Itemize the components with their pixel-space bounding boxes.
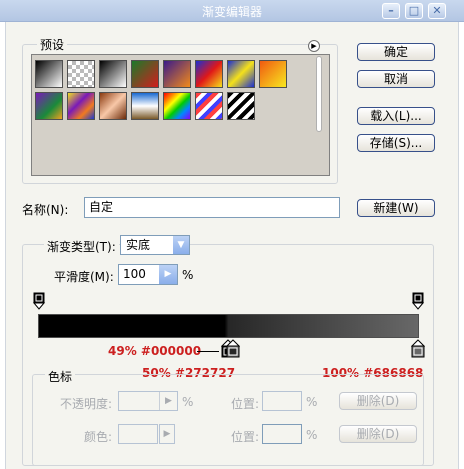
preset-swatch-violet-orange[interactable]	[163, 60, 191, 88]
preset-swatch-spectrum[interactable]	[163, 92, 191, 120]
gradient-type-select[interactable]: 实底 ▼	[120, 235, 190, 255]
opacity-stop-right[interactable]	[412, 292, 424, 310]
opacity-unit: %	[182, 395, 194, 409]
gradient-type-value: 实底	[126, 238, 151, 252]
color-arrow-icon[interactable]: ▶	[159, 424, 175, 444]
name-label: 名称(N):	[22, 203, 69, 217]
save-button[interactable]: 存储(S)...	[357, 134, 435, 152]
smoothness-label: 平滑度(M):	[54, 270, 114, 284]
preset-swatch-copper[interactable]	[99, 92, 127, 120]
preset-swatch-transparent-checker[interactable]	[67, 60, 95, 88]
opacity-position-label: 位置:	[231, 397, 260, 411]
smoothness-value: 100	[123, 267, 146, 281]
color-position-label: 位置:	[231, 430, 260, 444]
preset-swatch-violet-green-orange[interactable]	[35, 92, 63, 120]
preset-swatch-blue-yellow-blue[interactable]	[227, 60, 255, 88]
color-swatch-field[interactable]	[118, 424, 158, 444]
color-label: 颜色:	[84, 430, 113, 444]
preset-swatch-black-white-2[interactable]	[99, 60, 127, 88]
color-stop-right[interactable]	[411, 339, 425, 358]
opacity-stop-left[interactable]	[33, 292, 45, 310]
smoothness-unit: %	[182, 268, 194, 282]
opacity-label: 不透明度:	[60, 397, 113, 411]
color-position-input[interactable]	[262, 424, 302, 444]
presets-title: 预设	[37, 36, 68, 53]
preset-swatch-transparent-stripes[interactable]	[227, 92, 255, 120]
preset-swatch-black-white[interactable]	[35, 60, 63, 88]
close-button[interactable]: ✕	[428, 3, 446, 19]
new-button[interactable]: 新建(W)	[357, 199, 435, 217]
name-input[interactable]: 自定	[84, 197, 340, 218]
minimize-button[interactable]: –	[382, 3, 400, 19]
opacity-position-input[interactable]	[262, 391, 302, 411]
slider-arrow-icon[interactable]: ▶	[159, 265, 177, 284]
cancel-button[interactable]: 取消	[357, 70, 435, 88]
delete-color-stop-button[interactable]: 删除(D)	[339, 425, 417, 443]
chevron-down-icon[interactable]: ▼	[173, 236, 189, 254]
title-bar[interactable]: 渐变编辑器 – □ ✕	[0, 0, 464, 22]
preset-swatch-blue-red-yellow[interactable]	[195, 60, 223, 88]
opacity-position-unit: %	[306, 395, 318, 409]
gradient-type-label: 渐变类型(T):	[44, 238, 119, 255]
maximize-button[interactable]: □	[405, 3, 423, 19]
color-stops-title: 色标	[45, 368, 76, 385]
color-stops-group	[32, 374, 424, 466]
preset-swatch-chrome[interactable]	[131, 92, 159, 120]
presets-scrollbar[interactable]	[316, 56, 322, 132]
annotation-pointer-line	[197, 351, 219, 352]
opacity-arrow-icon[interactable]: ▶	[159, 392, 177, 410]
opacity-input[interactable]: ▶	[118, 391, 178, 411]
delete-opacity-stop-button[interactable]: 删除(D)	[339, 392, 417, 410]
preset-swatch-orange-yellow[interactable]	[259, 60, 287, 88]
presets-menu-icon[interactable]: ▶	[308, 40, 320, 52]
color-position-unit: %	[306, 428, 318, 442]
gradient-preview-bar[interactable]	[38, 314, 419, 338]
color-stop-mid[interactable]	[226, 339, 240, 358]
smoothness-input[interactable]: 100 ▶	[118, 264, 178, 285]
annotation-stop-49: 49% #000000	[108, 344, 202, 358]
preset-swatch-yellow-violet-orange-blue[interactable]	[67, 92, 95, 120]
preset-swatch-transparent-rainbow[interactable]	[195, 92, 223, 120]
preset-swatch-red-green[interactable]	[131, 60, 159, 88]
gradient-editor-window: 渐变编辑器 – □ ✕ 预设 ▶ 确定 取消 载入(L)... 存储(S)...…	[0, 0, 464, 469]
load-button[interactable]: 载入(L)...	[357, 107, 435, 125]
ok-button[interactable]: 确定	[357, 43, 435, 61]
